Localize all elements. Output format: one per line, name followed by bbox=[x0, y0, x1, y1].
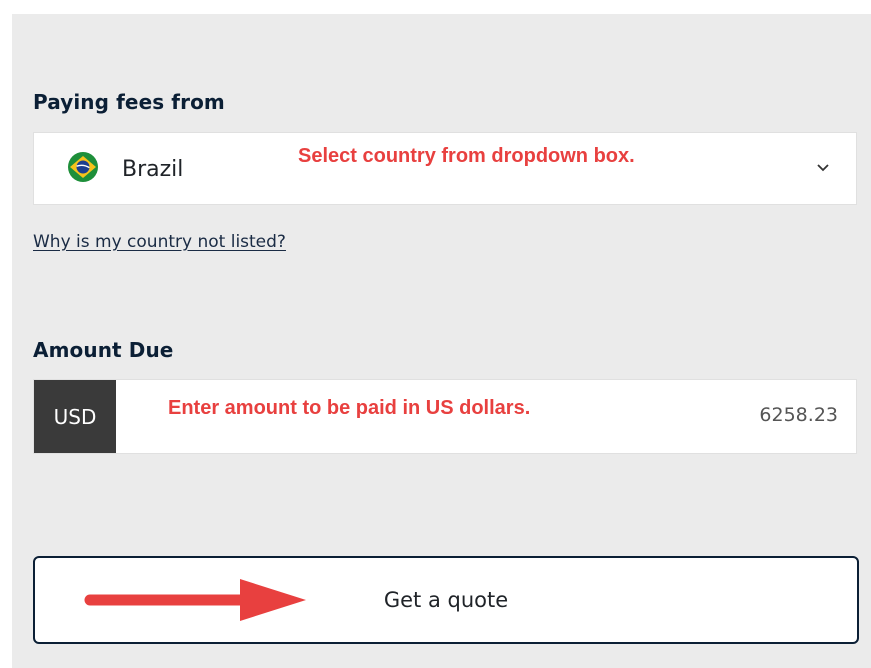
red-arrow-right-icon bbox=[84, 579, 306, 621]
amount-annotation: Enter amount to be paid in US dollars. bbox=[168, 397, 531, 419]
brazil-flag-icon bbox=[68, 152, 98, 182]
country-not-listed-link[interactable]: Why is my country not listed? bbox=[33, 232, 286, 252]
currency-badge: USD bbox=[34, 380, 116, 453]
selected-country: Brazil bbox=[122, 157, 184, 182]
paying-fees-label: Paying fees from bbox=[33, 90, 225, 114]
amount-value: 6258.23 bbox=[759, 404, 838, 426]
country-dropdown[interactable]: Brazil bbox=[33, 132, 857, 205]
amount-due-label: Amount Due bbox=[33, 338, 174, 362]
chevron-down-icon bbox=[817, 164, 829, 172]
country-annotation: Select country from dropdown box. bbox=[298, 145, 635, 167]
